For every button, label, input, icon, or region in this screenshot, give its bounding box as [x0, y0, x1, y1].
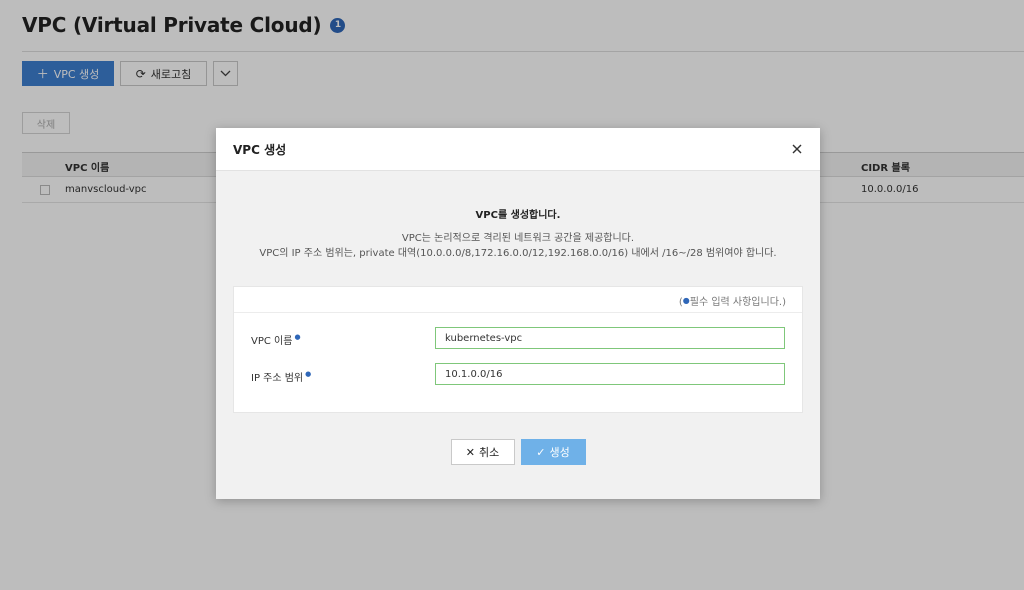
form-divider [234, 312, 802, 313]
vpc-name-label: VPC 이름 ● [251, 332, 301, 347]
create-button[interactable]: ✓ 생성 [520, 439, 586, 465]
modal-intro: VPC를 생성합니다. VPC는 논리적으로 격리된 네트워크 공간을 제공합니… [216, 206, 820, 261]
cancel-label: 취소 [478, 446, 500, 459]
ip-range-label: IP 주소 범위 ● [251, 369, 311, 384]
intro-ip-range-note: VPC의 IP 주소 범위는, private 대역(10.0.0.0/8,17… [259, 248, 777, 259]
modal-actions: ✕ 취소 ✓ 생성 [216, 439, 820, 465]
check-icon: ✓ [536, 445, 546, 459]
required-dot-icon: ● [294, 333, 301, 341]
modal-title: VPC 생성 [233, 143, 287, 157]
cancel-button[interactable]: ✕ 취소 [450, 439, 515, 465]
required-note-text: 필수 입력 사항입니다.) [689, 297, 786, 308]
intro-description: VPC는 논리적으로 격리된 네트워크 공간을 제공합니다. [401, 233, 635, 244]
create-vpc-modal: VPC 생성 VPC를 생성합니다. VPC는 논리적으로 격리된 네트워크 공… [216, 128, 820, 499]
create-label: 생성 [549, 446, 570, 459]
intro-title: VPC를 생성합니다. [475, 210, 561, 221]
ip-range-input[interactable] [435, 363, 785, 385]
vpc-name-label-text: VPC 이름 [251, 336, 293, 347]
vpc-name-input[interactable] [435, 327, 785, 349]
required-dot-icon: ● [305, 370, 312, 378]
ip-range-label-text: IP 주소 범위 [251, 373, 304, 384]
close-icon[interactable] [790, 142, 804, 156]
required-dot-icon: ● [682, 296, 690, 305]
modal-header: VPC 생성 [216, 128, 820, 171]
vpc-form: (●필수 입력 사항입니다.) VPC 이름● IP 주소 범위● [233, 286, 803, 413]
close-icon: ✕ [465, 445, 475, 459]
required-note: (●필수 입력 사항입니다.) [679, 293, 786, 308]
